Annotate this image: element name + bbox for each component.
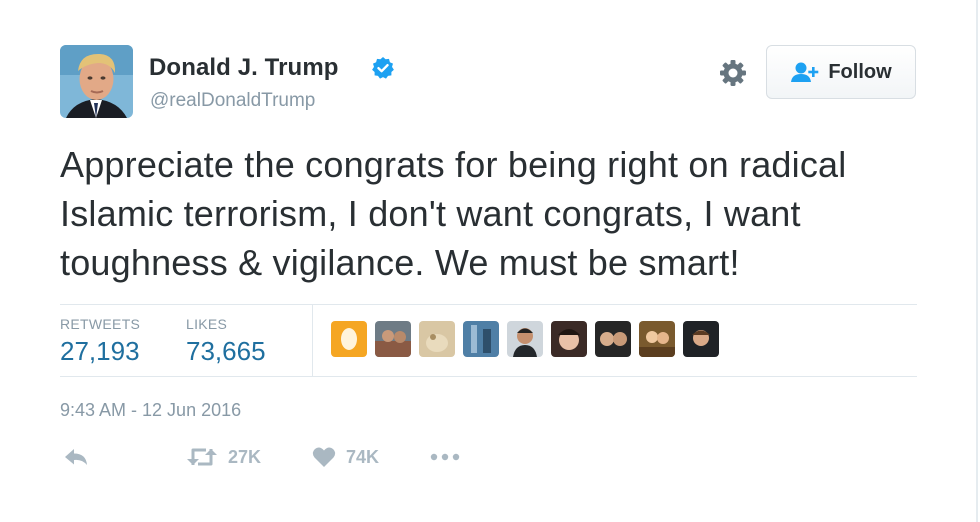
liker-avatar[interactable] [463, 321, 499, 357]
heart-icon [312, 447, 336, 467]
likes-count[interactable]: 73,665 [186, 336, 266, 367]
likes-label[interactable]: LIKES [186, 316, 227, 332]
liker-avatar[interactable] [419, 321, 455, 357]
verified-badge-icon [372, 57, 394, 79]
author-name[interactable]: Donald J. Trump [149, 54, 339, 82]
more-icon [430, 453, 460, 461]
liked-by-avatars [331, 321, 719, 357]
retweets-label[interactable]: RETWEETS [60, 316, 140, 332]
liker-avatar[interactable] [331, 321, 367, 357]
retweet-icon [187, 448, 217, 466]
tweet-timestamp[interactable]: 9:43 AM - 12 Jun 2016 [60, 400, 241, 421]
author-avatar[interactable] [60, 45, 133, 118]
like-button[interactable]: 74K [312, 446, 379, 468]
liker-avatar[interactable] [639, 321, 675, 357]
tweet-card: Donald J. Trump @realDonaldTrump Follow … [0, 0, 978, 522]
liker-avatar[interactable] [683, 321, 719, 357]
follow-button-label: Follow [828, 60, 892, 83]
liker-avatar[interactable] [507, 321, 543, 357]
more-button[interactable] [430, 446, 462, 468]
stats-divider [312, 304, 313, 376]
gear-icon[interactable] [718, 58, 748, 88]
like-count: 74K [346, 446, 380, 467]
retweet-count: 27K [228, 446, 262, 467]
reply-icon [65, 449, 87, 465]
divider [60, 376, 917, 377]
reply-button[interactable] [63, 446, 89, 468]
liker-avatar[interactable] [551, 321, 587, 357]
retweets-count[interactable]: 27,193 [60, 336, 140, 367]
divider [60, 304, 917, 305]
follow-button[interactable]: Follow [766, 45, 916, 99]
author-handle[interactable]: @realDonaldTrump [150, 90, 315, 112]
add-user-icon [791, 62, 819, 82]
retweet-button[interactable]: 27K [186, 446, 261, 468]
liker-avatar[interactable] [595, 321, 631, 357]
liker-avatar[interactable] [375, 321, 411, 357]
tweet-text: Appreciate the congrats for being right … [60, 144, 847, 283]
